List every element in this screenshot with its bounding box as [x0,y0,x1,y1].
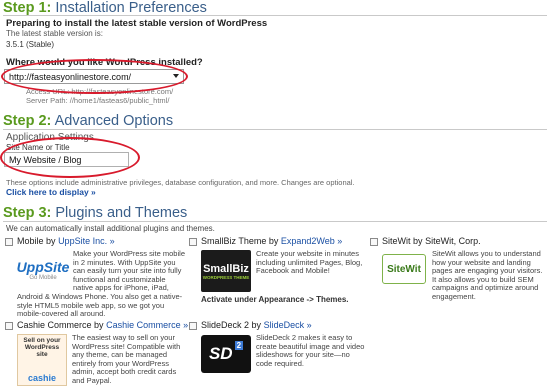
plugins-intro: We can automatically install additional … [6,224,215,233]
install-url-select[interactable]: http://fasteasyonlinestore.com/ [4,69,184,84]
application-settings-label: Application Settings [6,132,94,143]
plugin-cashie-checkbox[interactable] [5,322,13,330]
smallbiz-logo: SmallBiz WORDPRESS THEME [201,250,251,292]
plugin-sitewit-title: SiteWit by SiteWit, Corp. [382,236,481,246]
access-url: Access URL: http://fasteasyonlinestore.c… [26,87,174,96]
plugin-slidedeck-vendor-link[interactable]: SlideDeck [264,320,305,330]
plugin-mobile-title: Mobile by UppSite Inc. » [17,236,115,246]
step2-divider [3,129,547,130]
plugin-sitewit-vendor: SiteWit, Corp. [425,236,481,246]
plugin-mobile-description: Make your WordPress site mobile in 2 min… [17,249,185,319]
install-url-value: http://fasteasyonlinestore.com/ [9,72,132,82]
plugin-smallbiz-vendor-link[interactable]: Expand2Web [281,236,335,246]
latest-version-label: The latest stable version is: [6,29,103,38]
advanced-options-note: These options include administrative pri… [6,178,355,187]
plugin-slidedeck-description: SlideDeck 2 makes it easy to create beau… [256,333,365,368]
plugin-cashie-name: Cashie Commerce [17,320,92,330]
cashie-logo: Sell on your WordPress site cashie [17,334,67,386]
display-options-link[interactable]: Click here to display » [6,187,96,197]
plugin-sitewit-checkbox[interactable] [370,238,378,246]
chevron-down-icon [173,74,179,78]
plugin-cashie-title: Cashie Commerce by Cashie Commerce » [17,320,189,330]
plugin-smallbiz-checkbox[interactable] [189,238,197,246]
step3-title: Plugins and Themes [55,205,188,221]
step1-divider [3,15,547,16]
site-name-label: Site Name or Title [6,143,70,152]
plugin-smallbiz-description: Create your website in minutes including… [256,249,363,276]
site-name-value: My Website / Blog [9,155,82,165]
step3-number: Step 3: [3,205,52,221]
plugin-mobile-name: Mobile [17,236,44,246]
plugin-smallbiz-note: Activate under Appearance -> Themes. [201,295,349,304]
step3-heading: Step 3: Plugins and Themes [3,205,187,221]
plugin-smallbiz-name: SmallBiz Theme [201,236,267,246]
display-options-arrow: » [91,187,96,197]
step3-divider [3,221,547,222]
step1-title: Installation Preferences [55,0,207,16]
plugin-mobile-checkbox[interactable] [5,238,13,246]
latest-version-value: 3.5.1 (Stable) [6,40,55,49]
plugin-slidedeck-title: SlideDeck 2 by SlideDeck » [201,320,312,330]
plugin-sitewit-name: SiteWit [382,236,411,246]
display-options-text: Click here to display [6,187,89,197]
sitewit-logo: SiteWit [382,254,426,284]
step2-title: Advanced Options [54,113,174,129]
server-path: Server Path: //home1/fasteas6/public_htm… [26,96,170,105]
step1-number: Step 1: [3,0,52,16]
step2-heading: Step 2: Advanced Options [3,113,173,129]
plugin-slidedeck-name: SlideDeck 2 [201,320,250,330]
site-name-input[interactable]: My Website / Blog [4,152,129,167]
plugin-cashie-description: The easiest way to sell on your WordPres… [72,333,181,385]
slidedeck-logo: SD 2 [201,335,251,373]
step1-heading: Step 1: Installation Preferences [3,0,207,16]
plugin-smallbiz-title: SmallBiz Theme by Expand2Web » [201,236,343,246]
step2-number: Step 2: [3,113,52,129]
plugin-cashie-vendor-link[interactable]: Cashie Commerce [106,320,181,330]
install-location-label: Where would you like WordPress installed… [6,57,203,68]
plugin-mobile-vendor-link[interactable]: UppSite Inc. [58,236,107,246]
plugin-sitewit-description: SiteWit allows you to understand how you… [432,249,543,301]
plugin-slidedeck-checkbox[interactable] [189,322,197,330]
preparing-heading: Preparing to install the latest stable v… [6,18,268,29]
